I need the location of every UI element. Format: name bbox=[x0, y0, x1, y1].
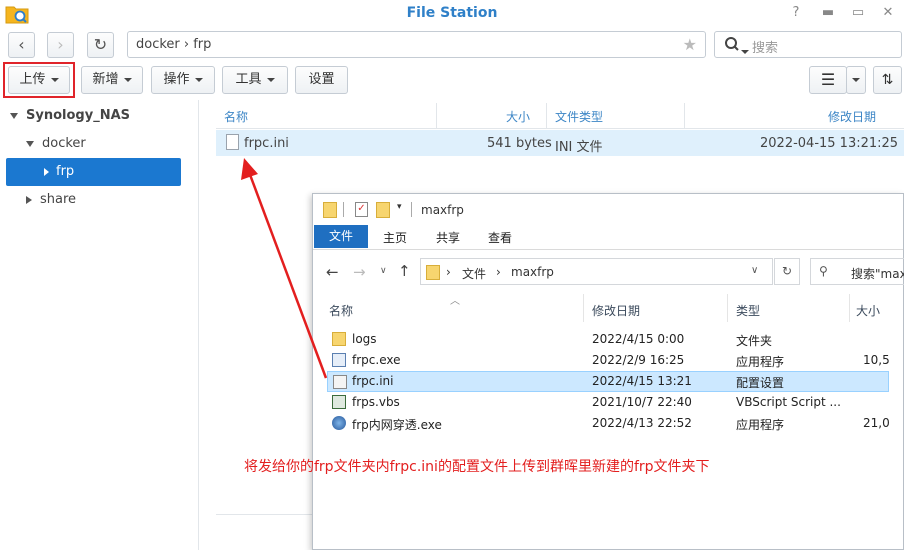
annotation-text: 将发给你的frp文件夹内frpc.ini的配置文件上传到群晖里新建的frp文件夹… bbox=[244, 459, 710, 475]
